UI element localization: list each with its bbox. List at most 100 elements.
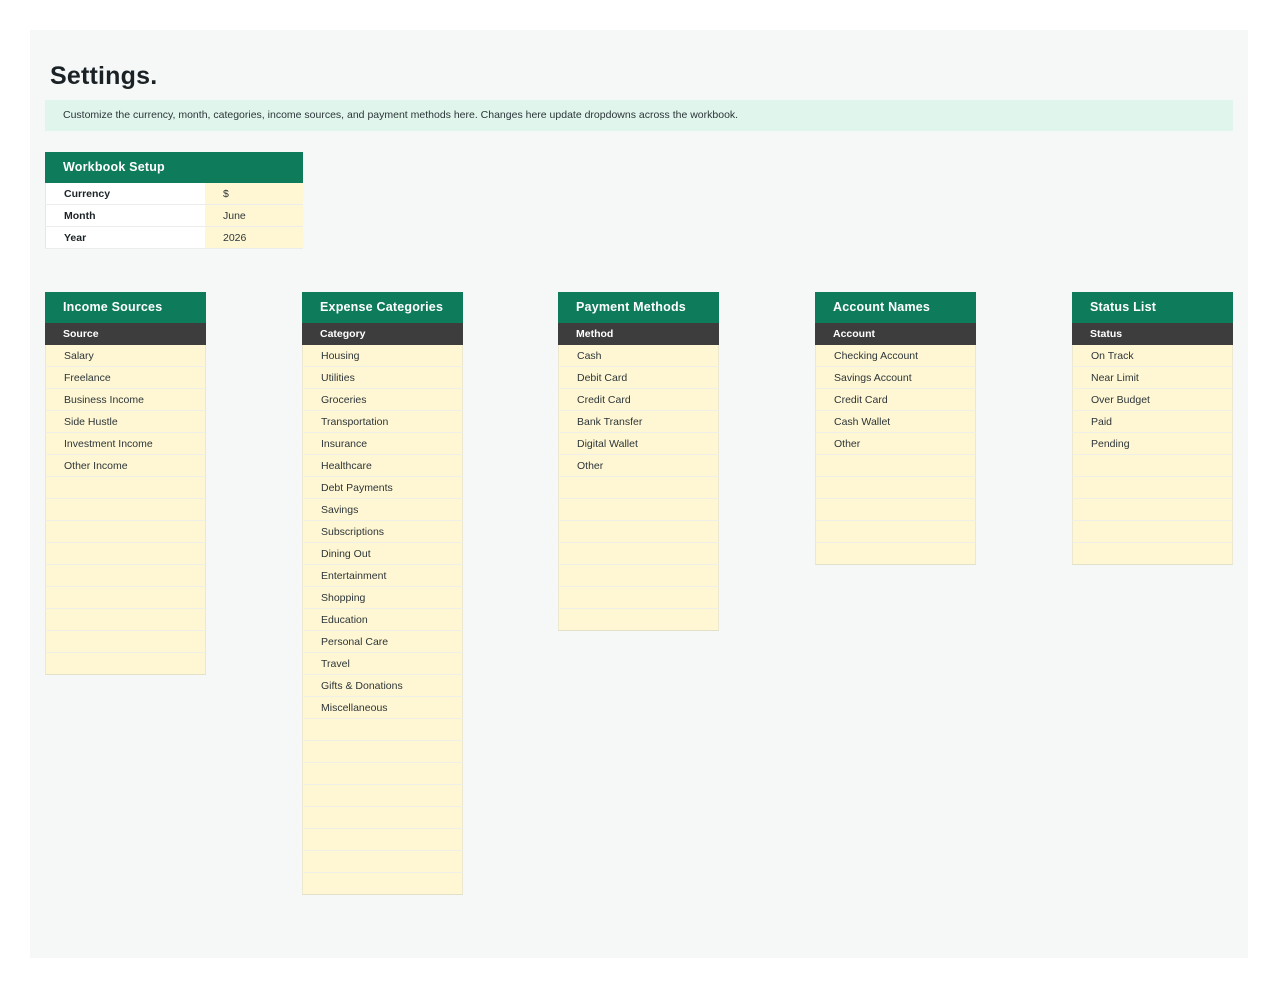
empty-list-cell[interactable] <box>45 565 206 587</box>
list-item[interactable]: Other <box>558 455 719 477</box>
empty-list-cell[interactable] <box>815 543 976 565</box>
list-item[interactable]: Housing <box>302 345 463 367</box>
empty-list-cell[interactable] <box>1072 521 1233 543</box>
list-item[interactable]: Savings <box>302 499 463 521</box>
list-item[interactable]: Credit Card <box>815 389 976 411</box>
list-item[interactable]: On Track <box>1072 345 1233 367</box>
empty-list-cell[interactable] <box>558 587 719 609</box>
empty-list-cell[interactable] <box>302 829 463 851</box>
year-label: Year <box>45 227 205 248</box>
workbook-setup-header: Workbook Setup <box>45 152 303 183</box>
list-item[interactable]: Credit Card <box>558 389 719 411</box>
empty-list-cell[interactable] <box>45 609 206 631</box>
list-item[interactable]: Bank Transfer <box>558 411 719 433</box>
list-item[interactable]: Subscriptions <box>302 521 463 543</box>
empty-list-cell[interactable] <box>815 521 976 543</box>
payment-methods-header: Payment Methods <box>558 292 719 323</box>
status-list: Status List Status On Track Near Limit Ove… <box>1072 292 1233 565</box>
list-item[interactable]: Travel <box>302 653 463 675</box>
payment-methods-body: Cash Debit Card Credit Card Bank Transfer Di… <box>558 345 719 631</box>
list-item[interactable]: Savings Account <box>815 367 976 389</box>
list-item[interactable]: Insurance <box>302 433 463 455</box>
income-sources-column-header: Source <box>45 323 206 345</box>
list-item[interactable]: Groceries <box>302 389 463 411</box>
empty-list-cell[interactable] <box>815 499 976 521</box>
empty-list-cell[interactable] <box>45 499 206 521</box>
list-item[interactable]: Utilities <box>302 367 463 389</box>
list-item[interactable]: Entertainment <box>302 565 463 587</box>
list-item[interactable]: Shopping <box>302 587 463 609</box>
list-item[interactable]: Business Income <box>45 389 206 411</box>
list-item[interactable]: Debt Payments <box>302 477 463 499</box>
list-item[interactable]: Near Limit <box>1072 367 1233 389</box>
account-names-header: Account Names <box>815 292 976 323</box>
empty-list-cell[interactable] <box>302 719 463 741</box>
empty-list-cell[interactable] <box>558 521 719 543</box>
list-item[interactable]: Digital Wallet <box>558 433 719 455</box>
income-sources-header: Income Sources <box>45 292 206 323</box>
list-item[interactable]: Pending <box>1072 433 1233 455</box>
list-item[interactable]: Other <box>815 433 976 455</box>
list-item[interactable]: Investment Income <box>45 433 206 455</box>
empty-list-cell[interactable] <box>558 609 719 631</box>
empty-list-cell[interactable] <box>1072 477 1233 499</box>
empty-list-cell[interactable] <box>558 499 719 521</box>
page-title: Settings. <box>50 62 158 90</box>
empty-list-cell[interactable] <box>45 477 206 499</box>
list-item[interactable]: Other Income <box>45 455 206 477</box>
list-item[interactable]: Cash Wallet <box>815 411 976 433</box>
empty-list-cell[interactable] <box>1072 543 1233 565</box>
list-item[interactable]: Checking Account <box>815 345 976 367</box>
account-names-list: Account Names Account Checking Account Sa… <box>815 292 976 565</box>
list-item[interactable]: Gifts & Donations <box>302 675 463 697</box>
empty-list-cell[interactable] <box>45 631 206 653</box>
year-cell[interactable]: 2026 <box>205 227 303 248</box>
list-item[interactable]: Side Hustle <box>45 411 206 433</box>
status-list-body: On Track Near Limit Over Budget Paid Pending <box>1072 345 1233 565</box>
empty-list-cell[interactable] <box>302 807 463 829</box>
setup-row-currency: Currency $ <box>45 183 303 205</box>
expense-categories-list: Expense Categories Category Housing Utili… <box>302 292 463 895</box>
empty-list-cell[interactable] <box>45 543 206 565</box>
setup-row-month: Month June <box>45 205 303 227</box>
list-item[interactable]: Salary <box>45 345 206 367</box>
setup-row-year: Year 2026 <box>45 227 303 249</box>
list-item[interactable]: Personal Care <box>302 631 463 653</box>
settings-sheet: Settings. Customize the currency, month,… <box>30 30 1248 958</box>
expense-categories-column-header: Category <box>302 323 463 345</box>
empty-list-cell[interactable] <box>815 455 976 477</box>
empty-list-cell[interactable] <box>558 477 719 499</box>
empty-list-cell[interactable] <box>302 763 463 785</box>
payment-methods-list: Payment Methods Method Cash Debit Card Cre… <box>558 292 719 631</box>
income-sources-body: Salary Freelance Business Income Side Hustl… <box>45 345 206 675</box>
empty-list-cell[interactable] <box>45 587 206 609</box>
empty-list-cell[interactable] <box>45 521 206 543</box>
empty-list-cell[interactable] <box>558 543 719 565</box>
list-item[interactable]: Over Budget <box>1072 389 1233 411</box>
list-item[interactable]: Transportation <box>302 411 463 433</box>
empty-list-cell[interactable] <box>302 851 463 873</box>
month-cell[interactable]: June <box>205 205 303 226</box>
list-item[interactable]: Paid <box>1072 411 1233 433</box>
empty-list-cell[interactable] <box>815 477 976 499</box>
empty-list-cell[interactable] <box>302 873 463 895</box>
currency-cell[interactable]: $ <box>205 183 303 204</box>
empty-list-cell[interactable] <box>302 741 463 763</box>
payment-methods-column-header: Method <box>558 323 719 345</box>
list-item[interactable]: Dining Out <box>302 543 463 565</box>
list-item[interactable]: Miscellaneous <box>302 697 463 719</box>
list-item[interactable]: Cash <box>558 345 719 367</box>
list-item[interactable]: Education <box>302 609 463 631</box>
expense-categories-body: Housing Utilities Groceries Transportation I… <box>302 345 463 895</box>
list-item[interactable]: Healthcare <box>302 455 463 477</box>
list-item[interactable]: Debit Card <box>558 367 719 389</box>
list-item[interactable]: Freelance <box>45 367 206 389</box>
month-label: Month <box>45 205 205 226</box>
empty-list-cell[interactable] <box>558 565 719 587</box>
empty-list-cell[interactable] <box>45 653 206 675</box>
empty-list-cell[interactable] <box>1072 499 1233 521</box>
account-names-body: Checking Account Savings Account Credit Ca… <box>815 345 976 565</box>
empty-list-cell[interactable] <box>1072 455 1233 477</box>
income-sources-list: Income Sources Source Salary Freelance Bus… <box>45 292 206 675</box>
empty-list-cell[interactable] <box>302 785 463 807</box>
